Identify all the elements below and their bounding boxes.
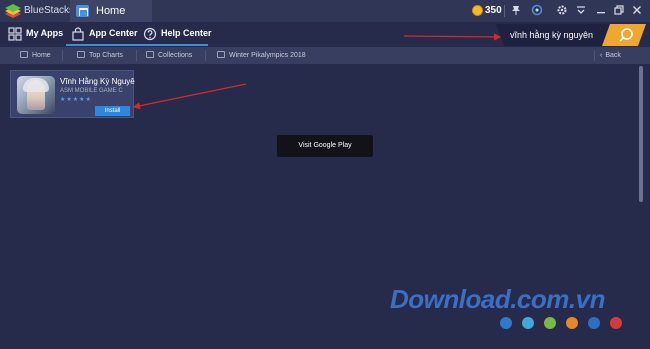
subnav-collections-label: Collections	[158, 52, 193, 59]
search-button[interactable]	[610, 24, 644, 46]
pin-icon[interactable]	[509, 4, 523, 18]
watermark-dot	[500, 317, 512, 329]
divider	[504, 5, 505, 17]
settings-icon[interactable]	[555, 4, 569, 18]
question-circle-icon	[143, 27, 157, 41]
tab-home[interactable]: Home	[70, 0, 152, 22]
chart-icon	[77, 51, 85, 58]
nav-my-apps[interactable]: My Apps	[8, 22, 68, 46]
subnav-top-charts-label: Top Charts	[89, 52, 123, 59]
coin-icon[interactable]	[472, 5, 483, 16]
scrollbar[interactable]	[639, 66, 643, 202]
coin-count[interactable]: 350	[485, 5, 502, 16]
back-label: Back	[605, 52, 621, 59]
search-icon	[619, 28, 633, 42]
app-name: BlueStacks	[24, 5, 75, 16]
watermark-text: Download.com.vn	[390, 284, 605, 314]
nav-app-center-label: App Center	[89, 28, 138, 38]
subnav-winter-pikalympics[interactable]: Winter Pikalympics 2018	[217, 47, 306, 64]
nav-help-center[interactable]: Help Center	[143, 22, 213, 46]
back-button[interactable]: ‹ Back	[600, 47, 621, 64]
subnav-home[interactable]: Home	[20, 47, 51, 64]
grid-icon	[8, 27, 22, 41]
close-icon[interactable]	[630, 4, 644, 18]
home-icon	[76, 5, 89, 17]
divider	[62, 50, 63, 61]
active-tab-indicator	[66, 44, 208, 46]
shopping-bag-icon	[72, 27, 84, 41]
gamepad-icon	[217, 51, 225, 58]
scrollbar-thumb[interactable]	[639, 66, 643, 202]
home-icon	[20, 51, 28, 58]
watermark-dot	[522, 317, 534, 329]
subnav-home-label: Home	[32, 52, 51, 59]
collection-icon	[146, 51, 154, 58]
nav-help-center-label: Help Center	[161, 28, 212, 38]
chevron-left-icon: ‹	[600, 52, 603, 59]
watermark-dot	[610, 317, 622, 329]
restore-icon[interactable]	[612, 4, 626, 18]
watermark-dot	[566, 317, 578, 329]
game-thumbnail[interactable]	[17, 76, 55, 114]
title-bar: BlueStacks Home 350	[0, 0, 650, 22]
menu-chevron-icon[interactable]	[574, 4, 588, 18]
watermark-dot	[544, 317, 556, 329]
bluestacks-logo	[5, 4, 21, 18]
divider	[136, 50, 137, 61]
divider	[205, 50, 206, 61]
minimize-icon[interactable]	[594, 4, 608, 18]
game-developer: ASM MOBILE GAME C	[60, 88, 123, 94]
watermark-dot	[588, 317, 600, 329]
nav-app-center[interactable]: App Center	[71, 22, 141, 46]
subnav-winter-pikalympics-label: Winter Pikalympics 2018	[229, 52, 306, 59]
rating-stars: ★★★★★	[60, 97, 92, 103]
tab-home-label: Home	[96, 5, 126, 17]
visit-google-play-button[interactable]: Visit Google Play	[277, 135, 373, 157]
subnav-collections[interactable]: Collections	[146, 47, 192, 64]
game-title[interactable]: Vĩnh Hằng Kỳ Nguyê	[60, 77, 135, 86]
subnav-top-charts[interactable]: Top Charts	[77, 47, 123, 64]
search-result-card[interactable]: Vĩnh Hằng Kỳ Nguyê ASM MOBILE GAME C ★★★…	[10, 70, 135, 118]
divider	[594, 50, 595, 61]
nav-my-apps-label: My Apps	[26, 28, 64, 38]
notification-icon[interactable]	[530, 4, 544, 18]
install-button[interactable]: Install	[95, 106, 130, 116]
search-input[interactable]: vĩnh hằng kỳ nguyên	[506, 24, 614, 46]
